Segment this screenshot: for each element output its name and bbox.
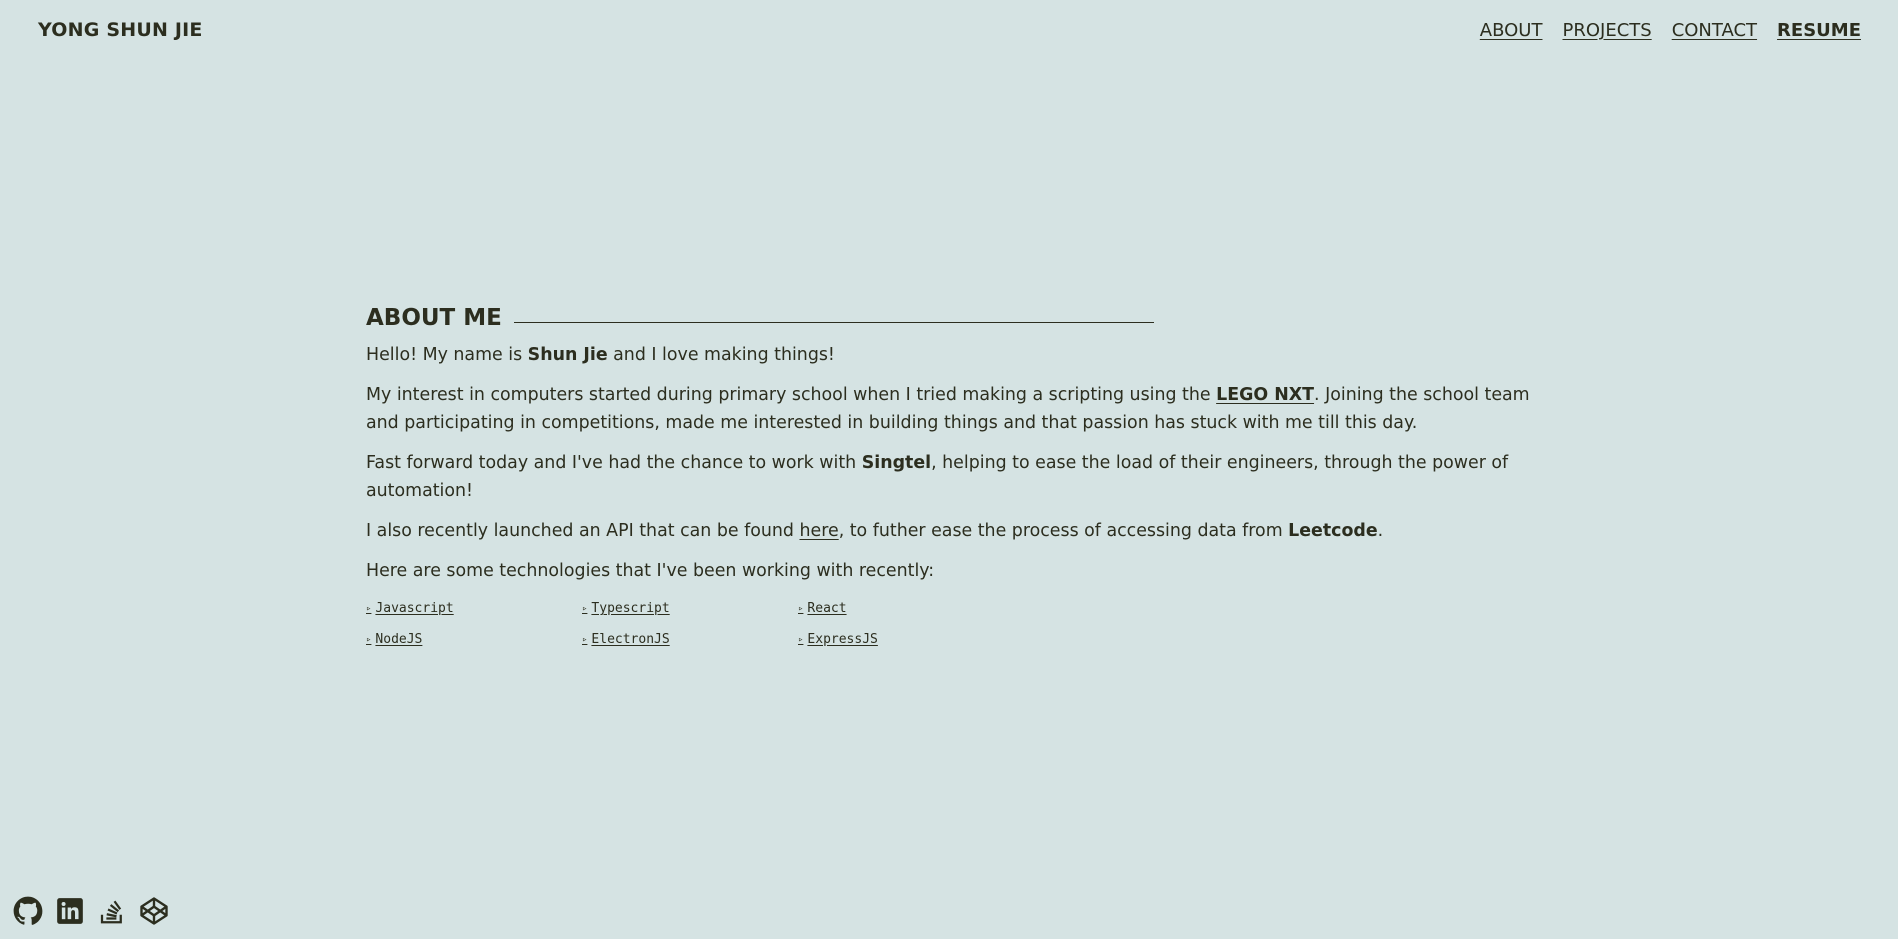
triangle-bullet-icon: ▹ (582, 634, 588, 645)
tech-item-javascript: ▹ Javascript (366, 601, 582, 616)
stackoverflow-icon[interactable] (97, 896, 127, 926)
tech-label: ExpressJS (807, 632, 878, 647)
linkedin-icon[interactable] (55, 896, 85, 926)
tech-label: Typescript (591, 601, 670, 616)
about-title: ABOUT ME (366, 305, 502, 331)
brand-logo[interactable]: YONG SHUN JIE (38, 19, 203, 41)
tech-item-react: ▹ React (798, 601, 1014, 616)
intro-text: Hello! My name is (366, 345, 528, 365)
about-paragraph-api: I also recently launched an API that can… (366, 517, 1536, 545)
work-text: Fast forward today and I've had the chan… (366, 453, 862, 473)
tech-label: Javascript (375, 601, 454, 616)
about-heading-row: ABOUT ME (366, 305, 1536, 331)
lego-nxt-link[interactable]: LEGO NXT (1216, 385, 1314, 405)
nav-about[interactable]: ABOUT (1480, 20, 1543, 41)
triangle-bullet-icon: ▹ (798, 634, 804, 645)
about-paragraph-tech: Here are some technologies that I've bee… (366, 561, 935, 581)
triangle-bullet-icon: ▹ (366, 634, 372, 645)
intro-text-end: and I love making things! (607, 345, 835, 365)
triangle-bullet-icon: ▹ (798, 603, 804, 614)
about-paragraph-work: Fast forward today and I've had the chan… (366, 449, 1536, 505)
tech-item-electronjs: ▹ ElectronJS (582, 632, 798, 647)
page: YONG SHUN JIE ABOUT PROJECTS CONTACT RES… (0, 0, 1898, 939)
about-paragraph-intro: Hello! My name is Shun Jie and I love ma… (366, 341, 1536, 369)
tech-item-typescript: ▹ Typescript (582, 601, 798, 616)
nav-resume[interactable]: RESUME (1777, 20, 1861, 41)
about-section: ABOUT ME Hello! My name is Shun Jie and … (366, 305, 1536, 647)
triangle-bullet-icon: ▹ (366, 603, 372, 614)
tech-item-expressjs: ▹ ExpressJS (798, 632, 1014, 647)
api-text-end: . (1377, 521, 1384, 541)
triangle-bullet-icon: ▹ (582, 603, 588, 614)
tech-label: ElectronJS (591, 632, 670, 647)
tech-item-nodejs: ▹ NodeJS (366, 632, 582, 647)
top-nav: ABOUT PROJECTS CONTACT RESUME (1480, 20, 1861, 41)
codepen-icon[interactable] (139, 896, 169, 926)
about-paragraph-interest: My interest in computers started during … (366, 381, 1536, 437)
company-name: Singtel (861, 453, 932, 473)
interest-text: My interest in computers started during … (366, 385, 1217, 405)
github-icon[interactable] (13, 896, 43, 926)
api-text-middle: , to futher ease the process of accessin… (838, 521, 1289, 541)
leetcode-name: Leetcode (1288, 521, 1378, 541)
nav-projects[interactable]: PROJECTS (1562, 20, 1651, 41)
social-links (13, 896, 169, 926)
api-text: I also recently launched an API that can… (366, 521, 800, 541)
technology-list: ▹ Javascript ▹ Typescript ▹ React ▹ NodeJS ▹… (366, 601, 1536, 647)
tech-label: NodeJS (375, 632, 423, 647)
api-here-link[interactable]: here (799, 521, 838, 541)
intro-name: Shun Jie (527, 345, 608, 365)
tech-label: React (807, 601, 847, 616)
nav-contact[interactable]: CONTACT (1672, 20, 1757, 41)
heading-divider (513, 321, 1154, 323)
